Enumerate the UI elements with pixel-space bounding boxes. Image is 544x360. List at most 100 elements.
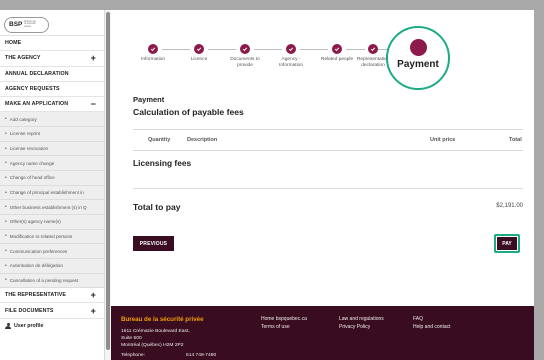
sub-item-label: Other business establishment (s) in Q [9,204,87,210]
previous-button[interactable]: PREVIOUS [133,236,174,251]
divider [133,150,523,151]
nav-label: ANNUAL DECLARATION [5,70,69,77]
plus-icon: + [90,290,96,301]
sub-item-label: Autorisation de délégation [9,263,63,269]
total-to-pay-label: Total to pay [133,202,181,212]
sidebar: BSP Bureau de la sécurité privée HOME TH… [0,10,105,360]
check-icon [286,44,296,54]
sub-item-label: Other(s) agency name(s) [9,219,61,225]
divider [133,188,523,189]
step-documents: Documents to provide [220,44,270,69]
check-icon [240,44,250,54]
logo-mark: BSP [9,21,23,28]
logo-area: BSP Bureau de la sécurité privée [0,10,104,36]
divider [133,129,523,130]
nav-home[interactable]: HOME [0,36,104,52]
sub-item-license-reprint[interactable]: • License reprint [0,127,104,142]
nav-label: THE AGENCY [5,55,41,62]
plus-icon: + [90,305,96,316]
sub-item-autorisation-delegation[interactable]: • Autorisation de délégation [0,258,104,274]
sub-item-communication-preferences[interactable]: • Communication preferences [0,244,104,259]
bullet-icon: • [5,145,7,152]
sub-item-change-head-office[interactable]: • Change of head office [0,171,104,186]
nav-label: FILE DOCUMENTS [5,307,54,314]
footer-phone-label: Telephone: [121,353,145,358]
nav-file-documents[interactable]: FILE DOCUMENTS + [0,303,104,319]
nav-the-agency[interactable]: THE AGENCY + [0,51,104,67]
footer-phone-number[interactable]: 514 748-7480 [186,353,216,358]
bullet-icon: • [5,130,7,137]
licensing-fees-label: Licensing fees [133,158,192,168]
bullet-icon: • [5,248,7,255]
nav-label: AGENCY REQUESTS [5,86,60,93]
footer-address-line: Montréal (Québec) H2M 2P2 [121,343,184,348]
sub-item-label: Change of head office [9,175,55,181]
footer-link-faq[interactable]: FAQ [413,316,423,322]
sub-item-other-business-establishment[interactable]: • Other business establishment (s) in Q [0,200,104,215]
check-icon [368,44,378,54]
footer-address-line: Suite 500 [121,336,142,341]
bullet-icon: • [5,174,7,181]
sub-item-change-principal-establishment[interactable]: • Change of principal establishment in [0,185,104,201]
footer-link-terms[interactable]: Terms of use [261,324,290,330]
nav-label: THE REPRESENTATIVE [5,292,67,299]
sub-item-label: License reprint [9,131,40,137]
progress-stepper: Information Licence Documents to provide… [111,10,534,90]
pay-button[interactable]: PAY [497,237,517,250]
sub-item-license-revocation[interactable]: • License revocation [0,141,104,157]
check-icon [148,44,158,54]
plus-icon: + [90,53,96,64]
sub-item-label: Agency name change [9,160,55,166]
footer-link-help[interactable]: Help and contact [413,324,451,330]
footer-brand: Bureau de la sécurité privée [121,316,204,323]
footer-link-law[interactable]: Law and regulations [339,316,384,322]
sub-item-label: Modification to related persons [9,233,73,239]
column-header-unit-price: Unit price [430,137,456,143]
footer-link-home[interactable]: Home bspquebec.ca [261,316,307,322]
bullet-icon: • [5,160,7,167]
sub-item-add-category[interactable]: • Add category [0,112,104,128]
top-bar [0,0,544,10]
nav-label: MAKE AN APPLICATION [5,101,69,108]
logo-tagline: Bureau de la sécurité privée [24,19,36,28]
bullet-icon: • [5,277,7,284]
footer: Bureau de la sécurité privée 1611 Crémaz… [111,306,534,360]
check-icon [332,44,342,54]
sub-item-label: License revocation [9,146,49,152]
step-label: Documents to provide [230,57,260,68]
bullet-icon: • [5,233,7,240]
main-content: Information Licence Documents to provide… [111,10,534,360]
nav-annual-declaration[interactable]: ANNUAL DECLARATION [0,66,104,82]
bullet-icon: • [5,189,7,196]
nav-make-an-application[interactable]: MAKE AN APPLICATION − [0,97,104,113]
sub-item-cancellation-pending-request[interactable]: • Cancellation of a pending request [0,273,104,289]
step-licence: Licence [174,44,224,63]
step-payment-current: Payment [386,26,450,90]
nav-the-representative[interactable]: THE REPRESENTATIVE + [0,288,104,304]
sidebar-scrollbar-thumb[interactable] [106,12,110,350]
user-profile-link[interactable]: User profile [0,319,104,333]
total-to-pay-value: $2,191.00 [496,203,523,209]
sub-item-other-agency-names[interactable]: • Other(s) agency name(s) [0,214,104,230]
user-profile-label: User profile [14,322,44,329]
nav-agency-requests[interactable]: AGENCY REQUESTS [0,81,104,98]
page-title: Payment [133,95,165,104]
bsp-logo[interactable]: BSP Bureau de la sécurité privée [4,16,50,33]
section-subtitle: Calculation of payable fees [133,107,244,117]
step-label: Agency - Information [279,57,303,68]
column-header-description: Description [187,137,218,143]
sub-item-modification-related-persons[interactable]: • Modification to related persons [0,229,104,245]
bullet-icon: • [5,116,7,123]
column-header-total: Total [509,137,522,143]
footer-link-privacy[interactable]: Privacy Policy [339,324,370,330]
step-information: Information [128,44,178,63]
sub-item-label: Add category [9,116,37,122]
sub-item-agency-name-change[interactable]: • Agency name change [0,156,104,172]
bullet-icon: • [5,262,7,269]
minus-icon: − [90,99,96,110]
current-step-dot [409,39,427,56]
column-header-quantity: Quantity [148,137,171,143]
footer-address-line: 1611 Crémazie Boulevard East, [121,329,190,334]
check-icon [194,44,204,54]
user-icon [5,322,11,329]
